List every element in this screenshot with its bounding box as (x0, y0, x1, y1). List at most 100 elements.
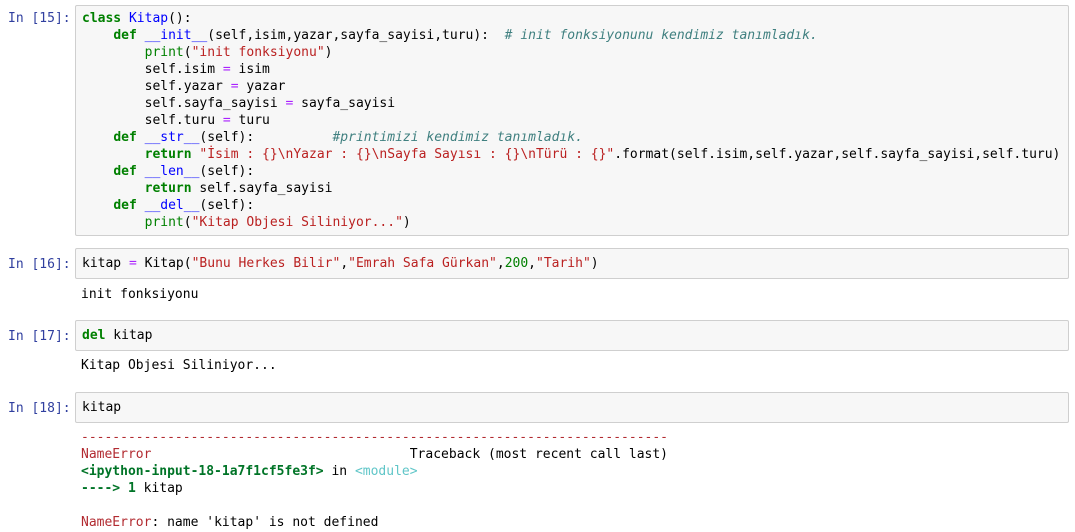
code-token: (): (168, 11, 192, 26)
code-token: <module> (354, 464, 418, 479)
code-line: def __len__(self): (82, 163, 1060, 180)
code-token: , (340, 256, 349, 271)
code-token: (self): (199, 164, 255, 179)
code-token: 200 (504, 256, 529, 271)
code-input-area[interactable]: del kitap (75, 320, 1069, 351)
code-token: def (113, 164, 137, 179)
code-token: self.sayfa_sayisi (191, 181, 333, 196)
code-token: self.sayfa_sayisi (82, 96, 286, 111)
code-token: Kitap (128, 11, 169, 26)
code-line: self.turu = turu (82, 112, 1060, 129)
code-token: ( (183, 215, 192, 230)
code-token: kitap (105, 328, 153, 343)
code-token: Traceback (most recent call last) (151, 447, 669, 462)
code-token: "Kitap Objesi Siliniyor..." (191, 215, 403, 230)
code-token: = (230, 79, 239, 94)
code-block[interactable]: kitap (82, 399, 121, 416)
code-token: return (144, 147, 192, 162)
code-line: kitap = Kitap("Bunu Herkes Bilir","Emrah… (82, 255, 599, 272)
code-token: (self,isim,yazar,sayfa_sayisi,turu): (207, 28, 505, 43)
cell-prompt: In [16]: (8, 257, 71, 272)
code-line: def __str__(self): #printimizi kendimiz … (82, 129, 1060, 146)
output-line: NameError: name 'kitap' is not defined (81, 514, 668, 531)
code-token: #printimizi kendimiz tanımladık. (332, 130, 583, 145)
code-token: __len__ (144, 164, 200, 179)
code-token: (self): (199, 130, 333, 145)
code-token: ) (590, 256, 599, 271)
cell-output: Kitap Objesi Siliniyor... (81, 357, 277, 374)
error-traceback-output: ----------------------------------------… (81, 429, 668, 531)
code-line: self.sayfa_sayisi = sayfa_sayisi (82, 95, 1060, 112)
code-input-area[interactable]: kitap (75, 392, 1069, 423)
code-token: ----> (81, 481, 121, 496)
output-line: ----> 1 kitap (81, 480, 668, 497)
output-line: <ipython-input-18-1a7f1cf5fe3f> in <modu… (81, 463, 668, 480)
code-token: print (144, 45, 184, 60)
cell-prompt: In [15]: (8, 11, 71, 26)
code-token: def (113, 130, 137, 145)
cell-output: init fonksiyonu (81, 286, 198, 303)
code-token: yazar (238, 79, 286, 94)
code-line: return self.sayfa_sayisi (82, 180, 1060, 197)
code-token: (self): (199, 198, 255, 213)
code-line: self.yazar = yazar (82, 78, 1060, 95)
code-token: , (496, 256, 505, 271)
code-token: ( (183, 45, 192, 60)
code-line: print("init fonksiyonu") (82, 44, 1060, 61)
code-token: self.isim (82, 62, 223, 77)
code-token: NameError (81, 515, 152, 530)
code-line: self.isim = isim (82, 61, 1060, 78)
code-token: sayfa_sayisi (293, 96, 396, 111)
code-line: del kitap (82, 327, 152, 344)
code-token: = (222, 113, 231, 128)
code-token: ----------------------------------------… (81, 430, 668, 445)
code-block[interactable]: kitap = Kitap("Bunu Herkes Bilir","Emrah… (82, 255, 599, 272)
code-token: self.yazar (82, 79, 231, 94)
code-token: "Emrah Safa Gürkan" (348, 256, 497, 271)
code-token: __str__ (144, 130, 200, 145)
code-token: = (128, 256, 137, 271)
output-line: init fonksiyonu (81, 286, 198, 303)
code-token: "init fonksiyonu" (191, 45, 325, 60)
output-line: NameError Traceback (most recent call la… (81, 446, 668, 463)
code-line: def __init__(self,isim,yazar,sayfa_sayis… (82, 27, 1060, 44)
code-token: "Tarih" (536, 256, 591, 271)
code-block[interactable]: del kitap (82, 327, 152, 344)
cell-prompt: In [17]: (8, 329, 71, 344)
code-token: self.turu (82, 113, 223, 128)
code-token: 1 (127, 481, 136, 496)
code-token: kitap (135, 481, 183, 496)
code-token: __init__ (144, 28, 208, 43)
code-token: kitap (82, 256, 129, 271)
code-token: print (144, 215, 184, 230)
code-token: isim (230, 62, 270, 77)
code-input-area[interactable]: kitap = Kitap("Bunu Herkes Bilir","Emrah… (75, 248, 1069, 279)
code-token: .format(self.isim,self.yazar,self.sayfa_… (614, 147, 1061, 162)
code-token: __del__ (144, 198, 200, 213)
code-token: in (323, 464, 355, 479)
output-line: Kitap Objesi Siliniyor... (81, 357, 277, 374)
code-token: def (113, 198, 137, 213)
code-token: <ipython-input-18-1a7f1cf5fe3f> (81, 464, 324, 479)
code-line: class Kitap(): (82, 10, 1060, 27)
code-token: , (528, 256, 536, 271)
code-block[interactable]: class Kitap(): def __init__(self,isim,ya… (82, 10, 1060, 231)
code-token: Kitap( (136, 256, 192, 271)
code-token: "İsim : {}\nYazar : {}\nSayfa Sayısı : {… (199, 147, 615, 162)
code-line: def __del__(self): (82, 197, 1060, 214)
code-input-area[interactable]: class Kitap(): def __init__(self,isim,ya… (75, 5, 1069, 236)
cell-prompt: In [18]: (8, 401, 71, 416)
code-token: : name 'kitap' is not defined (151, 515, 379, 530)
code-line: print("Kitap Objesi Siliniyor...") (82, 214, 1060, 231)
